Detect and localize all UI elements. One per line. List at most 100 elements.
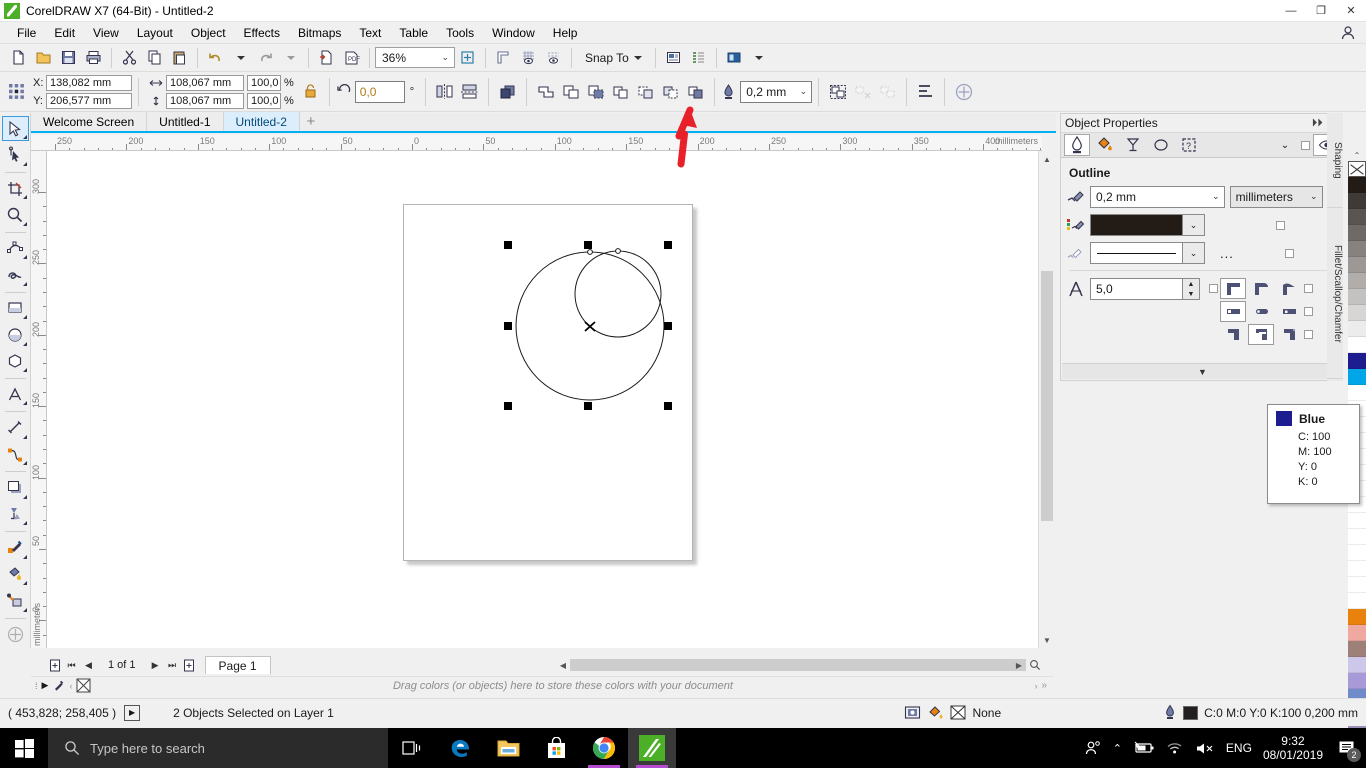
microsoft-store-icon[interactable] [532, 728, 580, 768]
round-cap-icon[interactable] [1248, 301, 1274, 322]
redo-icon[interactable] [253, 46, 278, 70]
color-eyedropper-tool[interactable] [2, 535, 29, 560]
add-page-before-icon[interactable] [47, 657, 62, 673]
palette-color-swatch[interactable] [1348, 545, 1366, 561]
mirror-vertical-icon[interactable] [457, 80, 482, 104]
palette-color-swatch[interactable] [1348, 561, 1366, 577]
document-tab-untitled-2[interactable]: Untitled-2 [223, 112, 300, 131]
palette-color-swatch[interactable] [1348, 385, 1366, 401]
user-account-icon[interactable] [1340, 25, 1356, 41]
paste-icon[interactable] [167, 46, 192, 70]
scale-with-object-icon[interactable] [1248, 324, 1274, 345]
y-position-input[interactable]: 206,577 mm [46, 92, 132, 109]
miter-decrease-button[interactable]: ▼ [1183, 289, 1199, 299]
parallel-dimension-tool[interactable] [2, 415, 29, 440]
open-document-icon[interactable] [31, 46, 56, 70]
ungroup-all-icon[interactable] [875, 80, 900, 104]
lock-ratio-icon[interactable] [298, 80, 323, 104]
palette-color-swatch[interactable] [1348, 289, 1366, 305]
docker-tab-outline[interactable] [1064, 134, 1090, 156]
last-page-button[interactable]: ⏭ [165, 657, 180, 673]
show-hidden-icons-icon[interactable]: ⌃ [1113, 742, 1122, 755]
menu-effects[interactable]: Effects [235, 23, 289, 43]
drawing-canvas[interactable] [47, 151, 1042, 648]
corel-connect-icon[interactable] [722, 46, 747, 70]
outline-pen-icon[interactable] [1163, 704, 1177, 721]
horizontal-ruler[interactable]: 250 200 150 100 50 0 50 100 150 200 250 300 350 400 mi… [31, 135, 1042, 151]
volume-muted-icon[interactable] [1195, 741, 1215, 756]
new-document-tab-button[interactable]: + [300, 112, 322, 131]
application-launcher-icon[interactable] [686, 46, 711, 70]
docker-tab-transparency[interactable] [1120, 134, 1146, 156]
menu-help[interactable]: Help [544, 23, 587, 43]
weld-icon[interactable] [533, 80, 558, 104]
microsoft-edge-icon[interactable] [436, 728, 484, 768]
restore-button[interactable]: ❐ [1306, 0, 1336, 22]
copy-icon[interactable] [142, 46, 167, 70]
palette-color-swatch[interactable] [1348, 209, 1366, 225]
width-input[interactable]: 108,067 mm [166, 74, 244, 91]
play-icon[interactable]: ▶ [124, 704, 141, 721]
corner-lock-checkbox[interactable] [1209, 284, 1218, 293]
palette-color-swatch[interactable] [1348, 529, 1366, 545]
drop-shadow-tool[interactable] [2, 475, 29, 500]
text-tool[interactable] [2, 382, 29, 407]
create-boundary-icon[interactable] [683, 80, 708, 104]
menu-file[interactable]: File [8, 23, 45, 43]
save-document-icon[interactable] [56, 46, 81, 70]
interactive-fill-tool[interactable] [2, 562, 29, 587]
export-icon[interactable]: PDF [339, 46, 364, 70]
artistic-media-tool[interactable] [2, 262, 29, 287]
wifi-icon[interactable] [1166, 741, 1184, 755]
group-icon[interactable] [825, 80, 850, 104]
crop-tool[interactable] [2, 176, 29, 201]
chevron-down-icon[interactable]: ⌄ [1182, 243, 1204, 263]
ellipse-tool[interactable] [2, 322, 29, 347]
outline-color-swatch[interactable] [1183, 705, 1199, 720]
eyedropper-icon[interactable] [52, 679, 65, 692]
page-tab-page-1[interactable]: Page 1 [204, 656, 271, 674]
object-position-icon[interactable] [4, 80, 29, 104]
outline-option-checkbox[interactable] [1304, 330, 1313, 339]
show-grid-icon[interactable] [516, 46, 541, 70]
docker-option-checkbox[interactable] [1301, 140, 1310, 150]
align-and-distribute-icon[interactable] [913, 80, 938, 104]
palette-color-swatch[interactable] [1348, 193, 1366, 209]
scroll-left-button[interactable]: ◀ [556, 658, 570, 672]
palette-scroll-up-icon[interactable]: ⌃ [1348, 150, 1366, 161]
front-minus-back-icon[interactable] [633, 80, 658, 104]
vertical-ruler[interactable]: 300 250 200 150 100 50 0 millimeters [31, 151, 47, 648]
palette-handle[interactable]: ⁞ [35, 681, 38, 691]
menu-window[interactable]: Window [483, 23, 544, 43]
docker-expand-button[interactable]: ▼ [1062, 363, 1343, 379]
miter-corner-icon[interactable] [1220, 278, 1246, 299]
more-options-button[interactable]: ... [1220, 246, 1234, 261]
language-indicator[interactable]: ENG [1226, 741, 1252, 755]
snap-to-dropdown[interactable]: Snap To [577, 47, 650, 69]
menu-layout[interactable]: Layout [128, 23, 182, 43]
intersect-icon[interactable] [583, 80, 608, 104]
fill-bucket-icon[interactable] [927, 705, 944, 721]
undo-dropdown-icon[interactable] [228, 46, 253, 70]
no-color-icon[interactable] [76, 678, 91, 693]
behind-fill-icon[interactable] [1220, 324, 1246, 345]
snapshot-icon[interactable] [904, 705, 921, 720]
vertical-scrollbar[interactable]: ▲ ▼ [1038, 151, 1054, 648]
menu-text[interactable]: Text [350, 23, 390, 43]
shape-tool[interactable] [2, 142, 29, 167]
outline-units-combobox[interactable]: millimeters ⌄ [1229, 186, 1323, 208]
palette-color-swatch[interactable] [1348, 673, 1366, 689]
palette-color-swatch[interactable] [1348, 625, 1366, 641]
palette-color-swatch[interactable] [1348, 321, 1366, 337]
pick-color-icon[interactable]: ▶ [42, 680, 49, 691]
palette-color-swatch[interactable] [1348, 609, 1366, 625]
zoom-tool[interactable] [2, 202, 29, 227]
task-view-icon[interactable] [388, 728, 436, 768]
docker-tab-ellipse[interactable] [1148, 134, 1174, 156]
import-icon[interactable] [314, 46, 339, 70]
zoom-level-combobox[interactable]: 36% ⌄ [375, 47, 455, 68]
show-rulers-icon[interactable] [491, 46, 516, 70]
outline-color-lock-checkbox[interactable] [1276, 220, 1285, 230]
chevron-down-icon[interactable]: ⌄ [1182, 215, 1204, 235]
palette-color-swatch[interactable] [1348, 273, 1366, 289]
